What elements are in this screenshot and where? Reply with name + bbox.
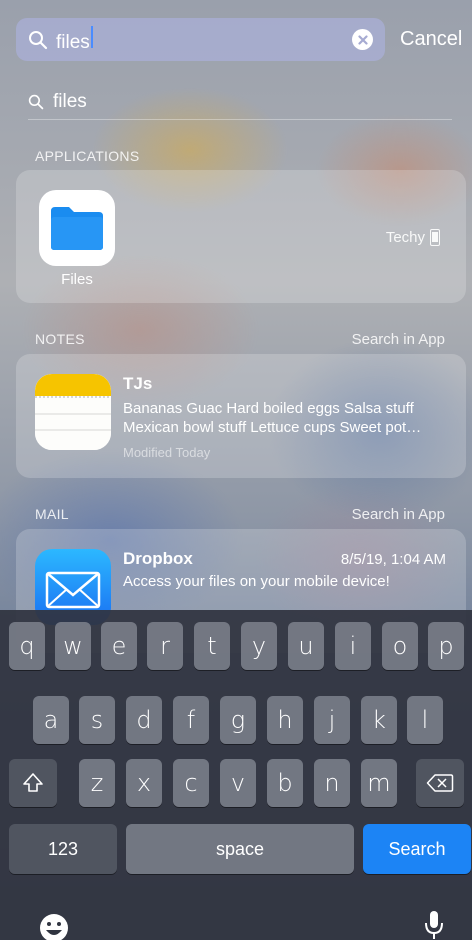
applications-card: Files Techy xyxy=(16,170,466,303)
note-title: TJs xyxy=(123,374,153,393)
notes-search-in-app[interactable]: Search in App xyxy=(352,331,445,348)
mail-header: MAIL xyxy=(35,506,69,522)
phone-icon xyxy=(430,229,440,246)
numbers-key[interactable]: 123 xyxy=(9,824,117,874)
key-o[interactable]: o xyxy=(382,622,418,670)
key-c[interactable]: c xyxy=(173,759,209,807)
key-y[interactable]: y xyxy=(241,622,277,670)
key-p[interactable]: p xyxy=(428,622,464,670)
note-preview-line-2: Mexican bowl stuff Lettuce cups Sweet po… xyxy=(123,419,422,436)
key-d[interactable]: d xyxy=(126,696,162,744)
search-input[interactable]: files xyxy=(56,25,346,54)
key-h[interactable]: h xyxy=(267,696,303,744)
emoji-icon[interactable] xyxy=(38,912,70,940)
cancel-button[interactable]: Cancel xyxy=(400,28,462,51)
files-app-icon[interactable] xyxy=(39,190,115,266)
microphone-icon[interactable] xyxy=(424,910,444,940)
divider xyxy=(28,119,452,120)
key-v[interactable]: v xyxy=(220,759,256,807)
folder-icon xyxy=(51,207,103,250)
device-label: Techy xyxy=(386,229,440,246)
key-n[interactable]: n xyxy=(314,759,350,807)
key-s[interactable]: s xyxy=(79,696,115,744)
key-a[interactable]: a xyxy=(33,696,69,744)
mail-subject: Access your files on your mobile device! xyxy=(123,573,390,590)
shift-icon xyxy=(23,773,43,792)
suggestion-text: files xyxy=(53,91,87,112)
backspace-icon xyxy=(426,774,454,792)
notes-icon xyxy=(35,374,111,450)
key-w[interactable]: w xyxy=(55,622,91,670)
mail-search-in-app[interactable]: Search in App xyxy=(352,506,445,523)
key-r[interactable]: r xyxy=(147,622,183,670)
key-u[interactable]: u xyxy=(288,622,324,670)
search-field[interactable]: files xyxy=(16,18,385,61)
note-preview-line-1: Bananas Guac Hard boiled eggs Salsa stuf… xyxy=(123,400,414,417)
key-i[interactable]: i xyxy=(335,622,371,670)
delete-key[interactable] xyxy=(416,759,464,807)
mail-date: 8/5/19, 1:04 AM xyxy=(340,551,446,568)
text-caret xyxy=(90,25,93,48)
space-key[interactable]: space xyxy=(126,824,354,874)
key-q[interactable]: q xyxy=(9,622,45,670)
search-suggestion[interactable]: files xyxy=(28,84,452,120)
clear-search-button[interactable] xyxy=(352,29,373,50)
key-l[interactable]: l xyxy=(407,696,443,744)
key-t[interactable]: t xyxy=(194,622,230,670)
shift-key[interactable] xyxy=(9,759,57,807)
key-e[interactable]: e xyxy=(101,622,137,670)
mail-sender: Dropbox xyxy=(123,549,193,568)
keyboard: q w e r t y u i o p a s d f g h j k l z … xyxy=(0,610,472,940)
note-result-card[interactable]: TJs Bananas Guac Hard boiled eggs Salsa … xyxy=(16,354,466,478)
key-z[interactable]: z xyxy=(79,759,115,807)
clear-icon xyxy=(357,34,368,45)
search-icon xyxy=(29,30,48,49)
note-modified: Modified Today xyxy=(123,445,211,460)
applications-header: APPLICATIONS xyxy=(35,148,140,164)
notes-header: NOTES xyxy=(35,331,85,347)
key-f[interactable]: f xyxy=(173,696,209,744)
key-j[interactable]: j xyxy=(314,696,350,744)
key-m[interactable]: m xyxy=(361,759,397,807)
key-k[interactable]: k xyxy=(361,696,397,744)
search-key[interactable]: Search xyxy=(363,824,471,874)
key-b[interactable]: b xyxy=(267,759,303,807)
key-x[interactable]: x xyxy=(126,759,162,807)
notes-app-icon xyxy=(35,374,111,450)
key-g[interactable]: g xyxy=(220,696,256,744)
app-name: Files xyxy=(61,271,93,288)
search-icon xyxy=(28,94,44,110)
